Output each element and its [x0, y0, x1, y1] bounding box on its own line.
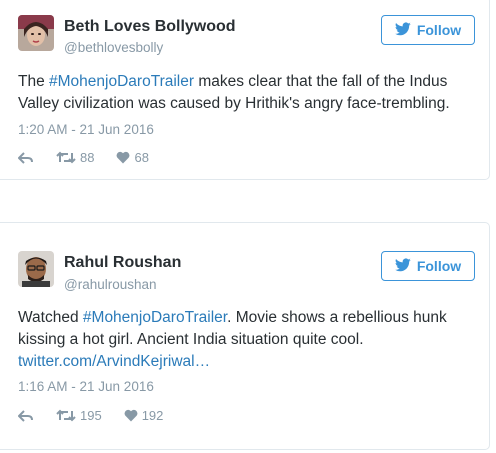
tweet-actions: 195 192 — [18, 408, 185, 423]
retweet-icon — [56, 409, 76, 422]
retweet-count: 195 — [80, 408, 102, 423]
display-name[interactable]: Beth Loves Bollywood — [64, 18, 236, 36]
like-button[interactable]: 192 — [124, 408, 164, 423]
reply-button[interactable] — [18, 409, 34, 422]
timestamp[interactable]: 1:20 AM - 21 Jun 2016 — [18, 122, 154, 137]
reply-icon — [18, 151, 34, 164]
heart-icon — [124, 409, 138, 422]
like-count: 192 — [141, 408, 164, 423]
tweet-text-segment: The — [18, 73, 50, 90]
tweet-actions: 88 68 — [18, 150, 171, 165]
retweet-button[interactable]: 88 — [56, 150, 94, 165]
follow-label: Follow — [416, 22, 462, 38]
like-count: 68 — [134, 150, 149, 165]
avatar[interactable] — [18, 15, 54, 51]
tweet-card: Beth Loves Bollywood @bethlovesbolly Fol… — [0, 0, 490, 180]
hashtag-link[interactable]: #MohenjoDaroTrailer — [83, 309, 227, 326]
user-handle[interactable]: @bethlovesbolly — [64, 40, 163, 55]
follow-button[interactable]: Follow — [381, 251, 475, 281]
tweet-card: Rahul Roushan @rahulroushan Follow Watch… — [0, 222, 490, 450]
tweet-text-segment: Watched — [18, 309, 83, 326]
retweet-button[interactable]: 195 — [56, 408, 102, 423]
follow-label: Follow — [416, 258, 462, 274]
reply-icon — [18, 409, 34, 422]
reply-button[interactable] — [18, 151, 34, 164]
follow-button[interactable]: Follow — [381, 15, 475, 45]
heart-icon — [116, 151, 130, 164]
display-name[interactable]: Rahul Roushan — [64, 254, 181, 272]
user-handle[interactable]: @rahulroushan — [64, 277, 157, 292]
twitter-bird-icon — [394, 21, 411, 39]
avatar[interactable] — [18, 251, 54, 287]
tweet-text: Watched #MohenjoDaroTrailer. Movie shows… — [18, 307, 468, 373]
retweet-icon — [56, 151, 76, 164]
hashtag-link[interactable]: #MohenjoDaroTrailer — [49, 73, 194, 90]
twitter-bird-icon — [394, 257, 411, 275]
retweet-count: 88 — [80, 150, 95, 165]
tweet-text: The #MohenjoDaroTrailer makes clear that… — [18, 71, 468, 115]
like-button[interactable]: 68 — [116, 150, 149, 165]
url-link[interactable]: twitter.com/ArvindKejriwal… — [18, 353, 210, 370]
timestamp[interactable]: 1:16 AM - 21 Jun 2016 — [18, 379, 154, 394]
